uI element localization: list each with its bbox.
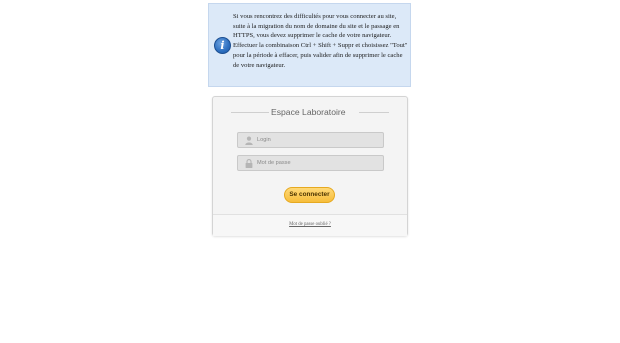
lock-icon (245, 159, 253, 168)
login-panel: Espace Laboratoire Se connecter Mot de p… (212, 96, 408, 236)
panel-header: Espace Laboratoire (231, 105, 389, 119)
connect-button[interactable]: Se connecter (284, 187, 335, 203)
page: i Si vous rencontrez des difficultés pou… (0, 0, 620, 343)
login-input[interactable] (257, 133, 377, 147)
password-input[interactable] (257, 156, 377, 170)
notice-text: Si vous rencontrez des difficultés pour … (233, 13, 408, 69)
panel-title: Espace Laboratoire (271, 107, 346, 117)
title-divider-left (231, 112, 269, 113)
title-divider-right (359, 112, 389, 113)
password-field[interactable] (237, 155, 384, 171)
info-notice: i Si vous rencontrez des difficultés pou… (208, 3, 411, 87)
panel-footer: Mot de passe oublié ? (213, 214, 407, 236)
user-icon (245, 136, 253, 145)
info-icon: i (214, 37, 231, 54)
login-field[interactable] (237, 132, 384, 148)
forgot-password-link[interactable]: Mot de passe oublié ? (213, 222, 407, 227)
